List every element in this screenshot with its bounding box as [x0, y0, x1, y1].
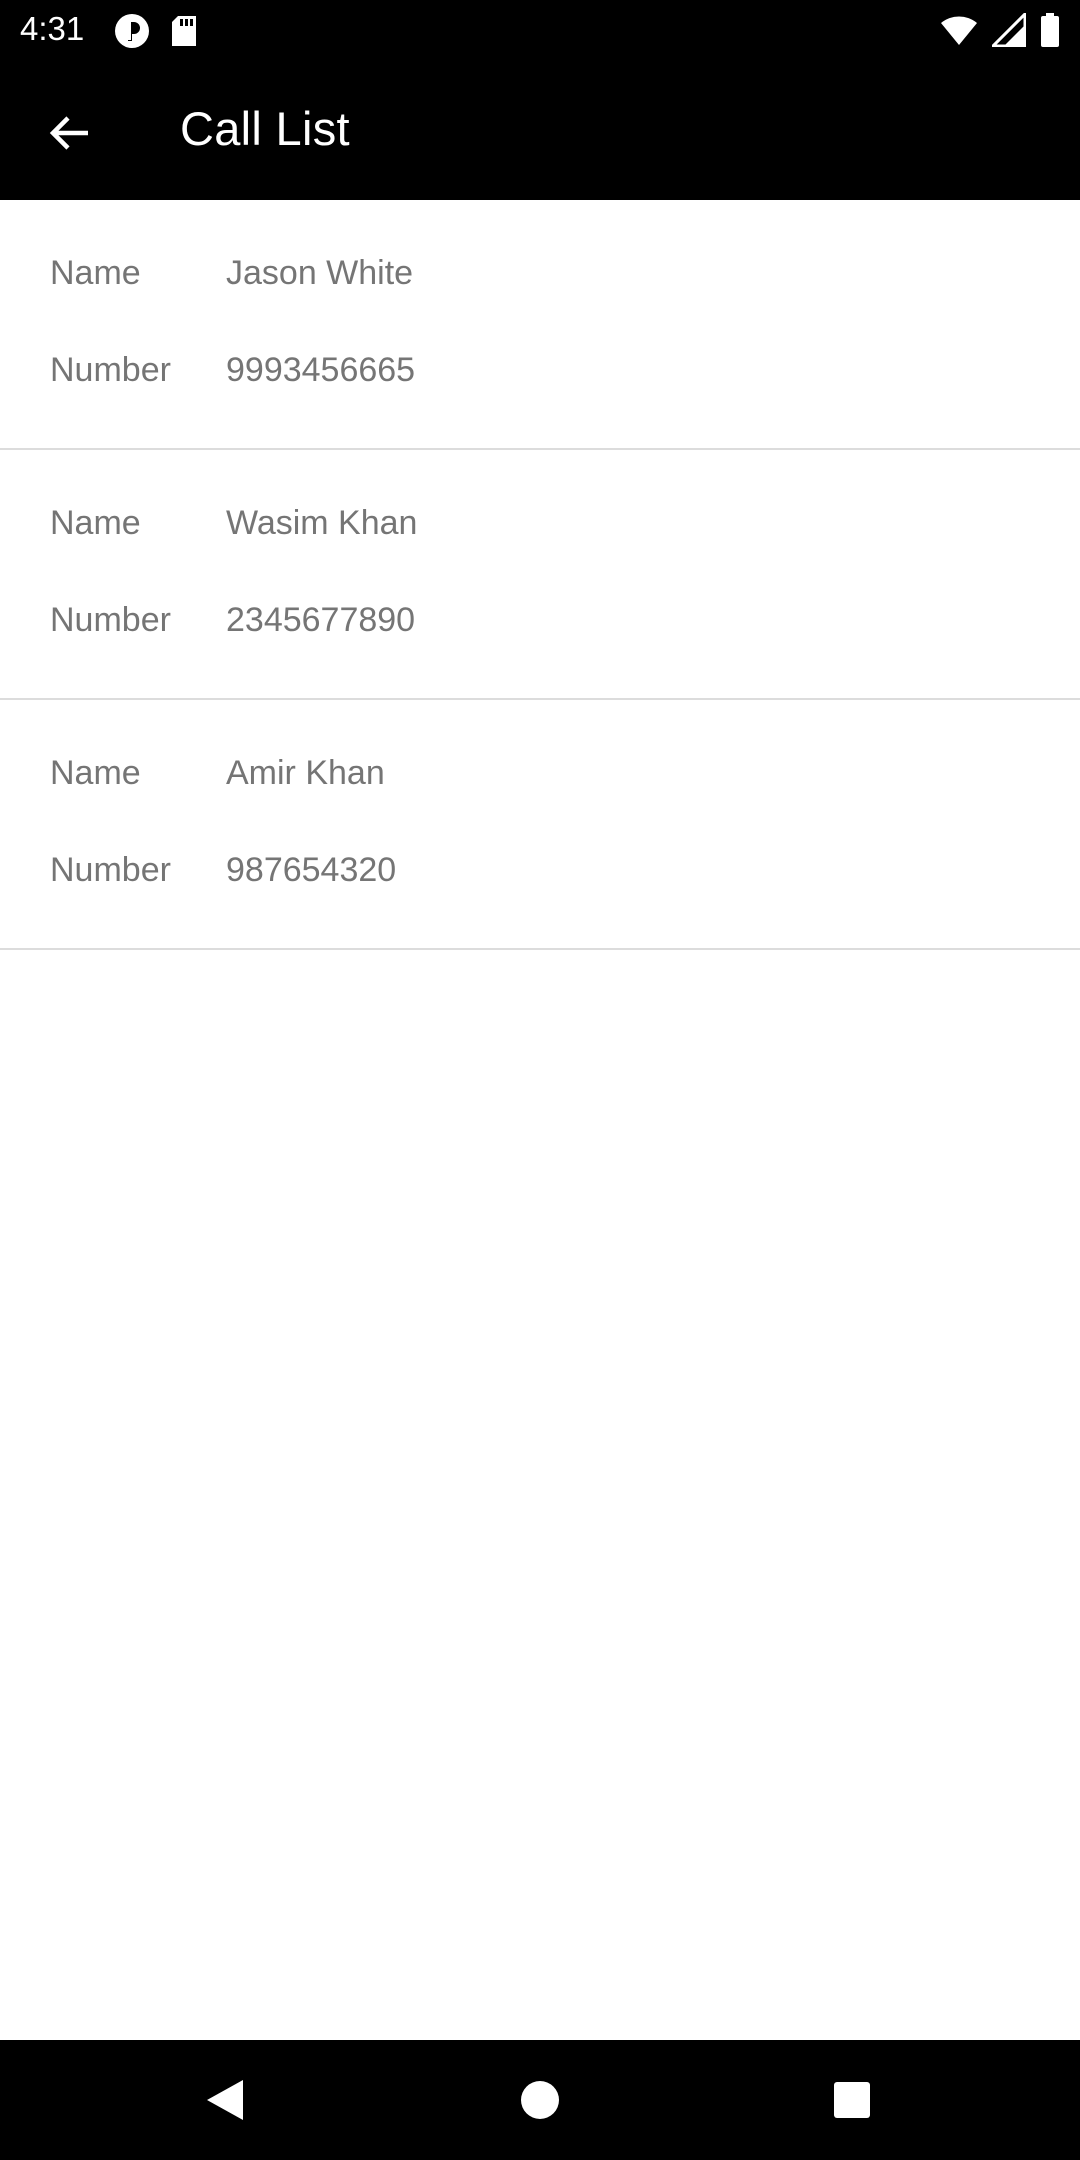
contact-number: 9993456665	[226, 351, 416, 389]
call-list-item[interactable]: Name Wasim Khan Number 2345677890	[0, 450, 1080, 700]
home-circle-icon	[521, 2081, 559, 2119]
status-bar: 4:31	[0, 0, 1080, 63]
signal-icon	[989, 10, 1027, 52]
status-right-icons	[940, 10, 1060, 52]
wifi-icon	[940, 14, 978, 51]
sd-card-icon	[170, 15, 198, 52]
number-row: Number 9993456665	[50, 351, 415, 390]
circle-p-icon	[114, 13, 150, 54]
contact-name: Jason White	[226, 254, 414, 292]
page-title: Call List	[180, 102, 350, 155]
call-list-item[interactable]: Name Amir Khan Number 987654320	[0, 700, 1080, 950]
number-label: Number	[50, 601, 171, 639]
name-label: Name	[50, 254, 141, 292]
name-label: Name	[50, 754, 141, 792]
contact-number: 2345677890	[226, 601, 416, 639]
number-label: Number	[50, 851, 171, 889]
name-row: Name Amir Khan	[50, 754, 385, 793]
number-row: Number 987654320	[50, 851, 396, 890]
nav-home-button[interactable]	[510, 2070, 570, 2130]
number-row: Number 2345677890	[50, 601, 415, 640]
contact-name: Wasim Khan	[226, 504, 418, 542]
app-bar: Call List	[0, 63, 1080, 200]
name-row: Name Wasim Khan	[50, 504, 417, 543]
system-nav-bar	[0, 2040, 1080, 2160]
contact-name: Amir Khan	[226, 754, 385, 792]
number-label: Number	[50, 351, 171, 389]
battery-icon	[1040, 13, 1060, 52]
nav-recents-button[interactable]	[822, 2070, 882, 2130]
status-left-icons	[114, 13, 198, 54]
name-label: Name	[50, 504, 141, 542]
call-list: Name Jason White Number 9993456665 Name …	[0, 200, 1080, 950]
call-list-item[interactable]: Name Jason White Number 9993456665	[0, 200, 1080, 450]
nav-back-button[interactable]	[195, 2070, 255, 2130]
back-button[interactable]	[30, 93, 110, 173]
contact-number: 987654320	[226, 851, 397, 889]
name-row: Name Jason White	[50, 254, 413, 293]
recents-square-icon	[834, 2082, 870, 2118]
arrow-back-icon	[49, 116, 88, 150]
status-time: 4:31	[20, 10, 85, 47]
back-triangle-icon	[207, 2080, 243, 2120]
